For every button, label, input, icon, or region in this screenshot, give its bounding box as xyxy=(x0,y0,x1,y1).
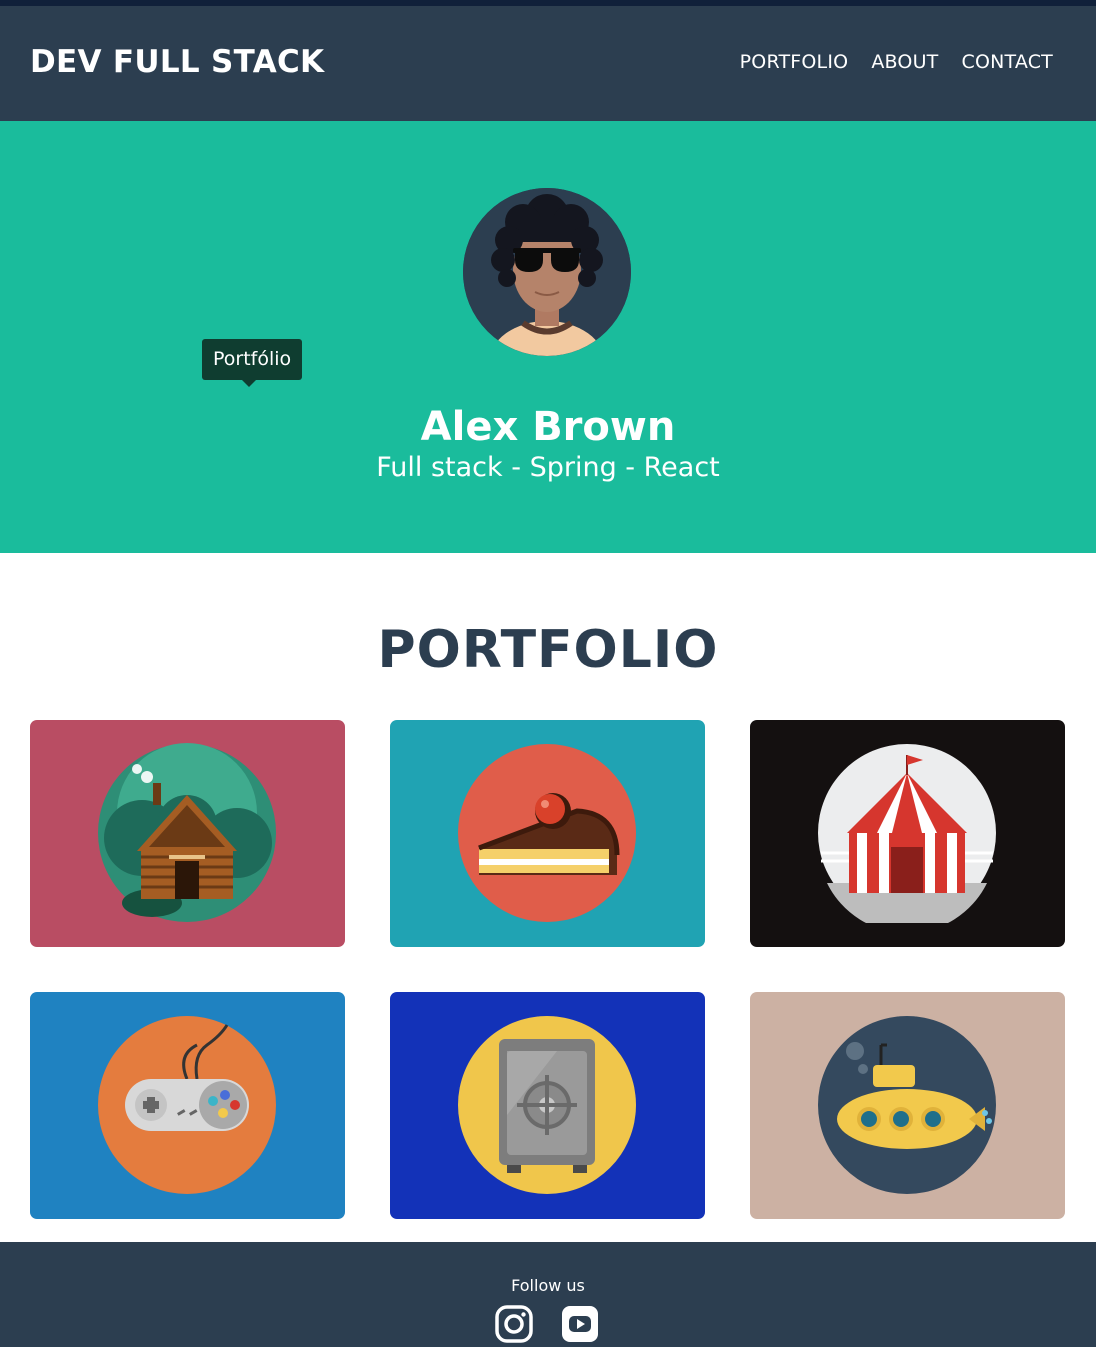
youtube-icon[interactable] xyxy=(561,1305,599,1343)
nav-link-portfolio[interactable]: PORTFOLIO xyxy=(740,51,849,73)
tooltip: Portfólio xyxy=(202,339,303,387)
hero-name: Alex Brown xyxy=(420,404,676,450)
cake-slice-icon xyxy=(458,744,636,922)
nav-link-about[interactable]: ABOUT xyxy=(871,51,938,73)
hero-section: Portfólio Alex Brown Full stack - Spring… xyxy=(0,121,1096,553)
portfolio-item-cake[interactable] xyxy=(390,720,705,947)
instagram-icon[interactable] xyxy=(495,1305,533,1343)
follow-label: Follow us xyxy=(511,1276,585,1295)
circus-tent-icon xyxy=(818,744,996,923)
portfolio-item-submarine[interactable] xyxy=(750,992,1065,1219)
portfolio-item-controller[interactable] xyxy=(30,992,345,1219)
game-controller-icon xyxy=(98,1016,276,1194)
submarine-icon xyxy=(818,1016,996,1194)
avatar-illustration xyxy=(463,188,631,356)
footer: Follow us xyxy=(0,1242,1096,1347)
log-cabin-icon xyxy=(98,743,276,922)
portfolio-item-cabin[interactable] xyxy=(30,720,345,947)
nav-links: PORTFOLIO ABOUT CONTACT xyxy=(740,51,1053,73)
portfolio-item-safe[interactable] xyxy=(390,992,705,1219)
hero-subtitle: Full stack - Spring - React xyxy=(376,452,720,483)
safe-icon xyxy=(458,1016,636,1194)
brand-logo[interactable]: DEV FULL STACK xyxy=(30,44,324,80)
navbar: DEV FULL STACK PORTFOLIO ABOUT CONTACT xyxy=(0,6,1096,121)
portfolio-title: PORTFOLIO xyxy=(377,620,719,680)
nav-link-contact[interactable]: CONTACT xyxy=(961,51,1053,73)
portfolio-item-circus[interactable] xyxy=(750,720,1065,947)
avatar xyxy=(463,188,631,356)
